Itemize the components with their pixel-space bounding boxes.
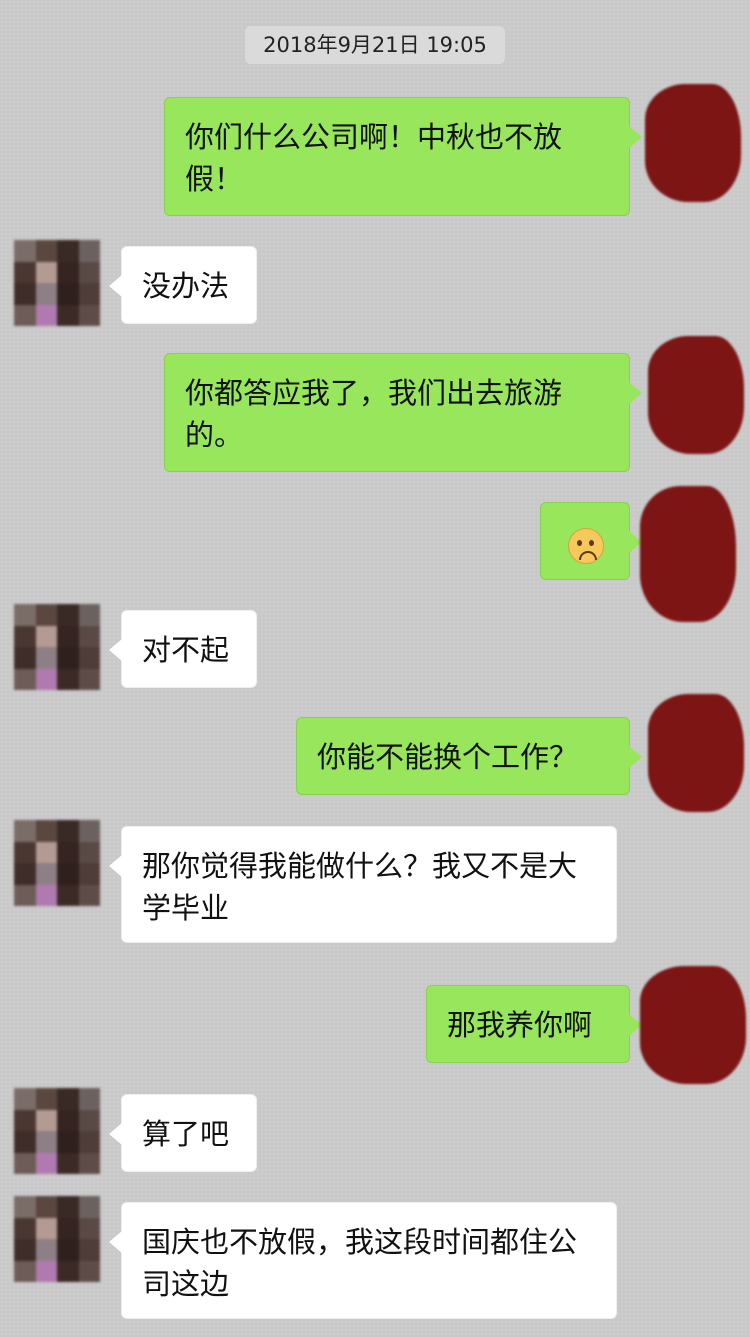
received-message-bubble[interactable]: 对不起 [109,610,257,688]
sent-message-bubble[interactable]: 你都答应我了，我们出去旅游的。 [164,353,642,472]
received-message-bubble[interactable]: 国庆也不放假，我这段时间都住公司这边 [109,1202,617,1319]
frowning-face-icon [568,528,604,564]
received-message-bubble[interactable]: 算了吧 [109,1094,257,1172]
chat-timestamp: 2018年9月21日 19:05 [245,26,505,64]
contact-avatar[interactable] [14,1088,100,1174]
sent-message-bubble[interactable]: 你能不能换个工作？ [296,717,642,795]
sent-message-bubble[interactable]: 那我养你啊 [426,985,642,1063]
message-text: 那我养你啊 [447,1008,593,1042]
contact-avatar[interactable] [14,240,100,326]
message-text: 你们什么公司啊！中秋也不放假！ [185,120,563,196]
my-avatar-redacted[interactable] [640,966,746,1084]
message-text: 对不起 [142,633,230,667]
my-avatar-redacted[interactable] [645,84,741,202]
my-avatar-redacted[interactable] [648,336,744,454]
sent-message-bubble[interactable]: 你们什么公司啊！中秋也不放假！ [164,97,642,216]
message-text: 你都答应我了，我们出去旅游的。 [185,376,563,452]
contact-avatar[interactable] [14,820,100,906]
contact-avatar[interactable] [14,1196,100,1282]
message-text: 没办法 [142,269,230,303]
received-message-bubble[interactable]: 没办法 [109,246,257,324]
message-text: 国庆也不放假，我这段时间都住公司这边 [142,1225,578,1301]
message-text: 算了吧 [142,1117,230,1151]
contact-avatar[interactable] [14,604,100,690]
sent-emoji-bubble[interactable] [540,502,642,580]
my-avatar-redacted[interactable] [640,486,736,622]
my-avatar-redacted[interactable] [648,694,744,812]
message-text: 你能不能换个工作？ [317,740,579,774]
received-message-bubble[interactable]: 那你觉得我能做什么？我又不是大学毕业 [109,826,617,943]
message-text: 那你觉得我能做什么？我又不是大学毕业 [142,849,578,925]
